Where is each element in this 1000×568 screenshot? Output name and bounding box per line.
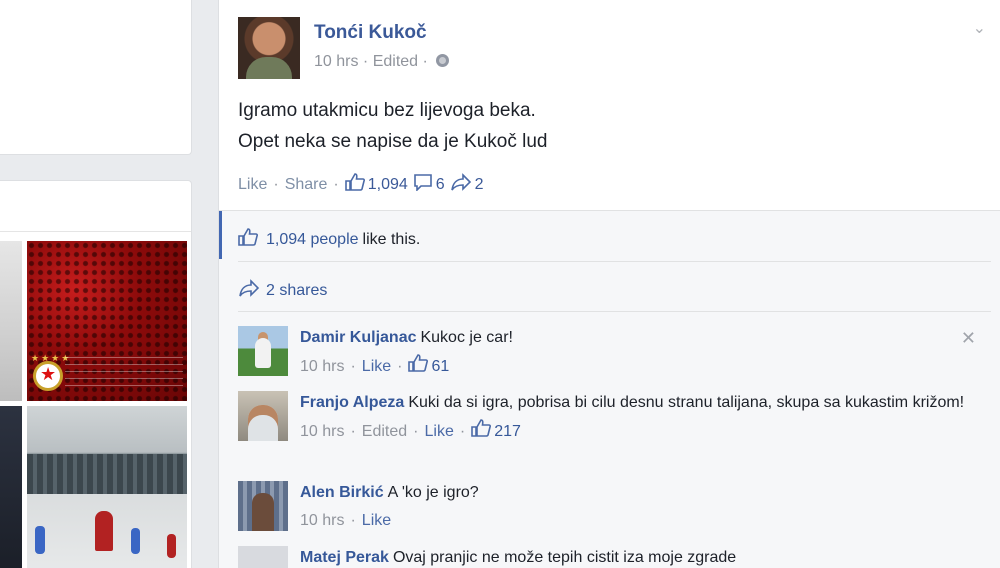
post-author[interactable]: Tonći Kukoč: [314, 22, 427, 44]
comment-time[interactable]: 10 hrs: [300, 509, 344, 533]
stadium-stand: [27, 454, 187, 494]
comment-meta: 10 hrs · Like: [300, 509, 978, 533]
comment-likes-count[interactable]: 61: [431, 355, 449, 379]
likes-summary: 1,094 people like this.: [238, 228, 420, 251]
comment-meta: 10 hrs · Like · 61: [300, 354, 978, 380]
comment-like-button[interactable]: Like: [425, 420, 454, 444]
share-icon[interactable]: [450, 173, 472, 196]
photo-thumbnail[interactable]: [0, 241, 22, 401]
separator-dot: ·: [333, 175, 339, 193]
photo-script: [65, 351, 183, 387]
photo-thumbnail[interactable]: [0, 406, 22, 568]
comment-like-button[interactable]: Like: [362, 509, 391, 533]
separator-dot: ·: [273, 175, 279, 193]
thumbs-up-icon: [238, 228, 258, 251]
comment-body: Matej Perak Ovaj pranjic ne može tepih ci…: [300, 546, 978, 568]
left-feed-card: [0, 0, 192, 155]
shares-count[interactable]: 2: [475, 176, 484, 194]
comment-body: Alen Birkić A 'ko je igro? 10 hrs · Like: [300, 481, 978, 533]
separator-dot: ·: [459, 423, 466, 440]
commenter-name[interactable]: Alen Birkić: [300, 484, 384, 501]
thumbs-up-icon[interactable]: [408, 354, 429, 380]
thumbs-up-icon[interactable]: [471, 419, 492, 445]
commenter-avatar[interactable]: [238, 326, 288, 376]
share-icon: [238, 279, 260, 302]
likes-suffix: like this.: [362, 230, 421, 248]
comment-likes-count[interactable]: 217: [494, 420, 521, 444]
commenter-name[interactable]: Matej Perak: [300, 549, 389, 566]
separator-dot: ·: [350, 358, 356, 375]
comment-time[interactable]: 10 hrs: [300, 420, 344, 444]
author-avatar[interactable]: [238, 17, 300, 79]
player: [167, 534, 176, 558]
comment-text: Ovaj pranjic ne može tepih cistit iza mo…: [392, 549, 737, 566]
comment-icon[interactable]: [413, 173, 433, 196]
close-icon[interactable]: ✕: [961, 328, 976, 349]
commenter-name[interactable]: Franjo Alpeza: [300, 394, 404, 411]
globe-icon: [436, 54, 450, 67]
post-time[interactable]: 10 hrs: [314, 53, 358, 70]
shares-link[interactable]: 2 shares: [266, 282, 327, 300]
comment-like-button[interactable]: Like: [362, 355, 391, 379]
divider: [0, 231, 191, 232]
chevron-down-icon[interactable]: ⌄: [973, 18, 986, 38]
comment-text: Kuki da si igra, pobrisa bi cilu desnu s…: [408, 394, 965, 411]
ufi-section: 1,094 people like this. 2 shares Damir K…: [219, 210, 1000, 568]
shares-summary[interactable]: 2 shares: [238, 279, 327, 302]
separator-dot: ·: [397, 358, 403, 375]
post-actions: Like · Share · 1,094 6 2: [238, 173, 489, 196]
divider: [238, 311, 991, 312]
post-text: Igramo utakmicu bez lijevoga beka. Opet …: [238, 95, 547, 157]
separator-dot: ·: [413, 423, 419, 440]
post-meta: 10 hrs · Edited ·: [314, 53, 450, 71]
separator-dot: ·: [350, 423, 356, 440]
comments-count[interactable]: 6: [436, 176, 445, 194]
likes-count[interactable]: 1,094: [368, 176, 408, 194]
comment-text: Kukoc je car!: [420, 329, 513, 346]
separator-dot: ·: [362, 53, 373, 70]
commenter-avatar[interactable]: [238, 481, 288, 531]
comment-body: Damir Kuljanac Kukoc je car! 10 hrs · Lik…: [300, 326, 978, 380]
separator-dot: ·: [350, 512, 356, 529]
post-text-line: Igramo utakmicu bez lijevoga beka.: [238, 100, 536, 121]
comment-body: Franjo Alpeza Kuki da si igra, pobrisa bi…: [300, 391, 978, 445]
comment-time[interactable]: 10 hrs: [300, 355, 344, 379]
player: [35, 526, 45, 554]
post-card: Tonći Kukoč 10 hrs · Edited · ⌄ Igramo u…: [218, 0, 1000, 568]
separator-dot: ·: [422, 53, 433, 70]
edited-label[interactable]: Edited: [373, 53, 418, 70]
share-button[interactable]: Share: [285, 176, 328, 194]
photo-thumbnail[interactable]: [27, 406, 187, 568]
club-emblem: [33, 361, 63, 391]
like-button[interactable]: Like: [238, 176, 267, 194]
comment-text: A 'ko je igro?: [387, 484, 479, 501]
likes-people-link[interactable]: 1,094 people: [266, 231, 359, 249]
post-text-line: Opet neka se napise da je Kukoč lud: [238, 131, 548, 152]
photo-thumbnail[interactable]: ★★★★: [27, 241, 187, 401]
comment-meta: 10 hrs · Edited · Like · 217: [300, 419, 978, 445]
thumbs-up-icon[interactable]: [344, 173, 365, 196]
player: [131, 528, 140, 554]
commenter-avatar[interactable]: [238, 391, 288, 441]
player: [95, 511, 113, 551]
ufi-accent-bar: [219, 211, 222, 259]
divider: [238, 261, 991, 262]
commenter-name[interactable]: Damir Kuljanac: [300, 329, 416, 346]
edited-label[interactable]: Edited: [362, 420, 407, 444]
commenter-avatar[interactable]: [238, 546, 288, 568]
